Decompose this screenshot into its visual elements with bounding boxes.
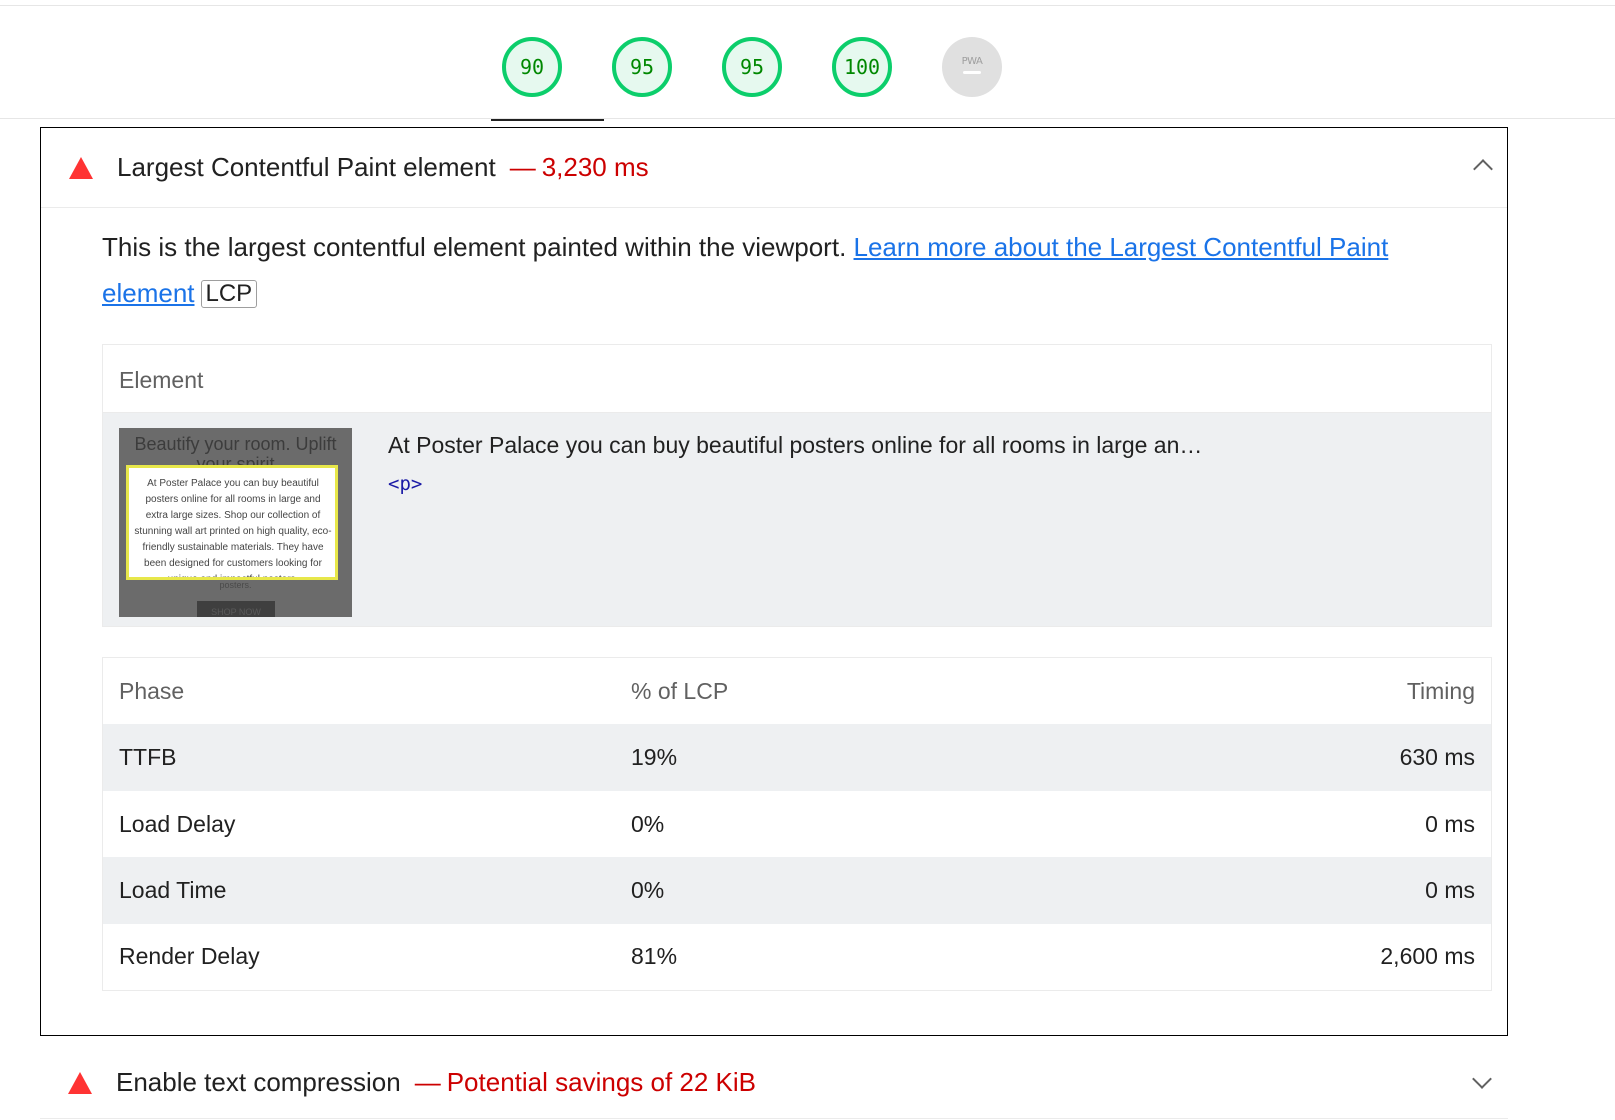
pct-cell: 19% <box>631 744 678 770</box>
pwa-gauge[interactable]: PWA <box>942 37 1002 97</box>
audit-display-value: Potential savings of 22 KiB <box>446 1067 757 1097</box>
pct-cell: 81% <box>631 943 678 969</box>
performance-gauge[interactable]: 90 <box>502 37 562 97</box>
audit-title: Largest Contentful Paint element —3,230 m… <box>117 152 649 183</box>
table-row: TTFB 19% 630 ms <box>103 724 1491 791</box>
phase-cell: Render Delay <box>119 943 260 969</box>
phase-cell: Load Delay <box>119 811 236 837</box>
pct-column-header: % of LCP <box>631 678 729 704</box>
timing-column-header: Timing <box>1406 678 1475 704</box>
audit-title-text: Enable text compression <box>116 1067 401 1097</box>
audit-description: This is the largest contentful element p… <box>102 224 1442 316</box>
chevron-up-icon[interactable] <box>1473 159 1493 179</box>
table-row: Render Delay 81% 2,600 ms <box>103 923 1491 990</box>
fail-triangle-icon <box>69 157 93 179</box>
gauge-bar-divider <box>0 118 1615 119</box>
text-compression-audit[interactable]: Enable text compression — Potential saving… <box>40 1036 1508 1120</box>
thumbnail-footer: posters. <box>219 580 252 590</box>
description-text: This is the largest contentful element p… <box>102 232 854 262</box>
score-gauges: 90 95 95 100 PWA <box>0 0 1615 121</box>
timing-cell: 2,600 ms <box>1380 943 1475 969</box>
timing-cell: 630 ms <box>1399 744 1475 770</box>
audit-title: Enable text compression — Potential saving… <box>116 1067 756 1098</box>
bottom-divider <box>40 1118 1508 1119</box>
audit-separator: — <box>414 1067 441 1097</box>
audit-display-value: 3,230 ms <box>541 152 649 182</box>
seo-gauge[interactable]: 100 <box>832 37 892 97</box>
phase-cell: TTFB <box>119 744 177 770</box>
lcp-badge: LCP <box>200 280 258 308</box>
performance-score: 90 <box>519 55 545 79</box>
lcp-phase-table: Phase % of LCP Timing TTFB 19% 630 ms Lo… <box>102 657 1492 991</box>
thumbnail-highlight-box: At Poster Palace you can buy beautiful p… <box>126 465 338 580</box>
audit-title-text: Largest Contentful Paint element <box>117 152 496 182</box>
lcp-element-audit: Largest Contentful Paint element —3,230 m… <box>40 127 1508 1036</box>
phase-cell: Load Time <box>119 877 227 903</box>
thumbnail-shop-button: SHOP NOW <box>197 601 275 617</box>
fail-triangle-icon <box>68 1072 92 1094</box>
pct-cell: 0% <box>631 877 665 903</box>
element-row[interactable]: Beautify your room. Uplift your spirit A… <box>103 413 1491 626</box>
thumbnail-paragraph: At Poster Palace you can buy beautiful p… <box>134 478 332 580</box>
element-screenshot-thumbnail[interactable]: Beautify your room. Uplift your spirit A… <box>119 428 352 617</box>
pwa-label: PWA <box>961 56 983 67</box>
element-table-header: Element <box>103 345 1491 413</box>
pwa-dash-icon <box>963 71 981 74</box>
accessibility-score: 95 <box>629 55 655 79</box>
seo-score: 100 <box>843 55 881 79</box>
selected-gauge-indicator <box>491 119 604 121</box>
accessibility-gauge[interactable]: 95 <box>612 37 672 97</box>
lcp-audit-header[interactable]: Largest Contentful Paint element —3,230 m… <box>41 128 1507 208</box>
table-row: Load Time 0% 0 ms <box>103 857 1491 924</box>
pct-cell: 0% <box>631 811 665 837</box>
chevron-down-icon[interactable] <box>1472 1069 1492 1089</box>
best-practices-score: 95 <box>739 55 765 79</box>
timing-cell: 0 ms <box>1425 811 1475 837</box>
best-practices-gauge[interactable]: 95 <box>722 37 782 97</box>
element-snippet: At Poster Palace you can buy beautiful p… <box>388 432 1203 458</box>
element-table: Element Beautify your room. Uplift your … <box>102 344 1492 627</box>
phase-table-header: Phase % of LCP Timing <box>103 658 1491 725</box>
timing-cell: 0 ms <box>1425 877 1475 903</box>
element-column-header: Element <box>119 367 204 393</box>
table-row: Load Delay 0% 0 ms <box>103 791 1491 858</box>
element-node-tag[interactable]: <p> <box>388 473 422 495</box>
audit-separator: — <box>509 152 536 182</box>
phase-column-header: Phase <box>119 678 185 704</box>
